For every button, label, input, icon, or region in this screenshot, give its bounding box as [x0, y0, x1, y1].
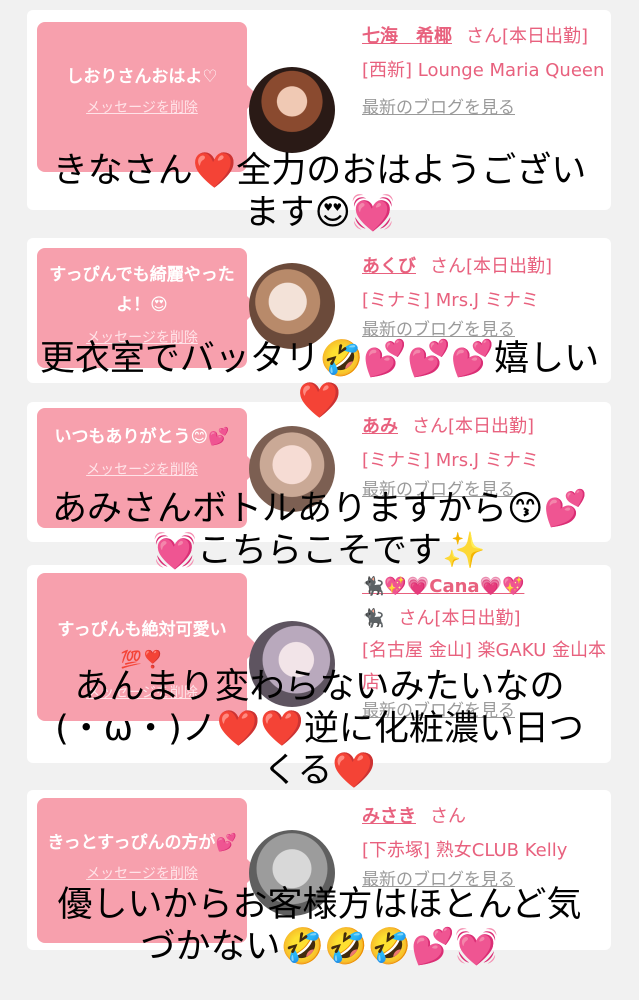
cast-info: みさき さん [下赤塚] 熟女CLUB Kelly 最新のブログを見る — [362, 800, 607, 892]
delete-message-link[interactable]: メッセージを削除 — [47, 98, 237, 118]
message-text: きっとすっぴんの方が💕 — [47, 833, 237, 853]
san-label: さん — [430, 806, 466, 827]
caption-line: ❤️ — [297, 381, 342, 421]
caption-line: くる❤️ — [263, 751, 376, 791]
caption-overlay: 優しいからお客様方はほとんど気 づかない🤣🤣🤣💕💓 — [0, 884, 639, 968]
cast-name-link[interactable]: みさき — [362, 806, 416, 827]
cast-info: あくび さん[本日出勤] [ミナミ] Mrs.J ミナミ 最新のブログを見る — [362, 250, 607, 342]
cast-name-link[interactable]: あくび — [362, 256, 416, 277]
cast-name-link[interactable]: 🐈‍⬛💖💗Cana💗💖 — [362, 576, 524, 597]
cat-emoji: 🐈‍⬛ — [362, 608, 385, 629]
delete-message-link[interactable]: メッセージを削除 — [47, 864, 237, 884]
caption-line: づかない🤣🤣🤣💕💓 — [140, 927, 499, 967]
avatar[interactable] — [249, 263, 335, 349]
caption-line: あんまり変わらないみたいなの — [74, 667, 565, 707]
caption-overlay: きなさん❤️全力のおはようござい ます😍💓 — [0, 150, 639, 234]
caption-line: ます😍💓 — [244, 193, 395, 233]
message-text: すっぴんでも綺麗やったよ！😍 — [49, 265, 235, 315]
caption-line: 💓こちらこそです✨ — [153, 531, 486, 571]
san-label: さん[本日出勤] — [398, 608, 521, 629]
caption-overlay: 更衣室でバッタリ🤣💕💕💕嬉しい ❤️ — [0, 338, 639, 422]
caption-overlay: あんまり変わらないみたいなの (・ω・)ノ❤️❤️逆に化粧濃い日つ くる❤️ — [0, 666, 639, 792]
avatar[interactable] — [249, 67, 335, 153]
delete-message-link[interactable]: メッセージを削除 — [47, 460, 237, 480]
caption-line: 優しいからお客様方はほとんど気 — [57, 885, 582, 925]
cast-info: 七海 希椰 さん[本日出勤] [西新] Lounge Maria Queen 最新… — [362, 20, 607, 120]
shop-name: [下赤塚] 熟女CLUB Kelly — [362, 840, 568, 861]
caption-line: あみさんボトルありますから😙💕 — [51, 489, 588, 529]
blog-link[interactable]: 最新のブログを見る — [362, 96, 607, 120]
cast-name-link[interactable]: 七海 希椰 — [362, 26, 452, 47]
caption-line: きなさん❤️全力のおはようござい — [52, 151, 587, 191]
caption-overlay: あみさんボトルありますから😙💕 💓こちらこそです✨ — [0, 488, 639, 572]
caption-line: 更衣室でバッタリ🤣💕💕💕嬉しい — [39, 339, 600, 379]
shop-name: [ミナミ] Mrs.J ミナミ — [362, 450, 539, 471]
san-label: さん[本日出勤] — [430, 256, 553, 277]
shop-name: [ミナミ] Mrs.J ミナミ — [362, 290, 539, 311]
message-text: いつもありがとう😊💕 — [54, 427, 230, 447]
message-text: しおりさんおはよ♡ — [66, 67, 218, 87]
san-label: さん[本日出勤] — [466, 26, 589, 47]
shop-name: [西新] Lounge Maria Queen — [362, 60, 605, 81]
caption-line: (・ω・)ノ❤️❤️逆に化粧濃い日つ — [55, 709, 584, 749]
